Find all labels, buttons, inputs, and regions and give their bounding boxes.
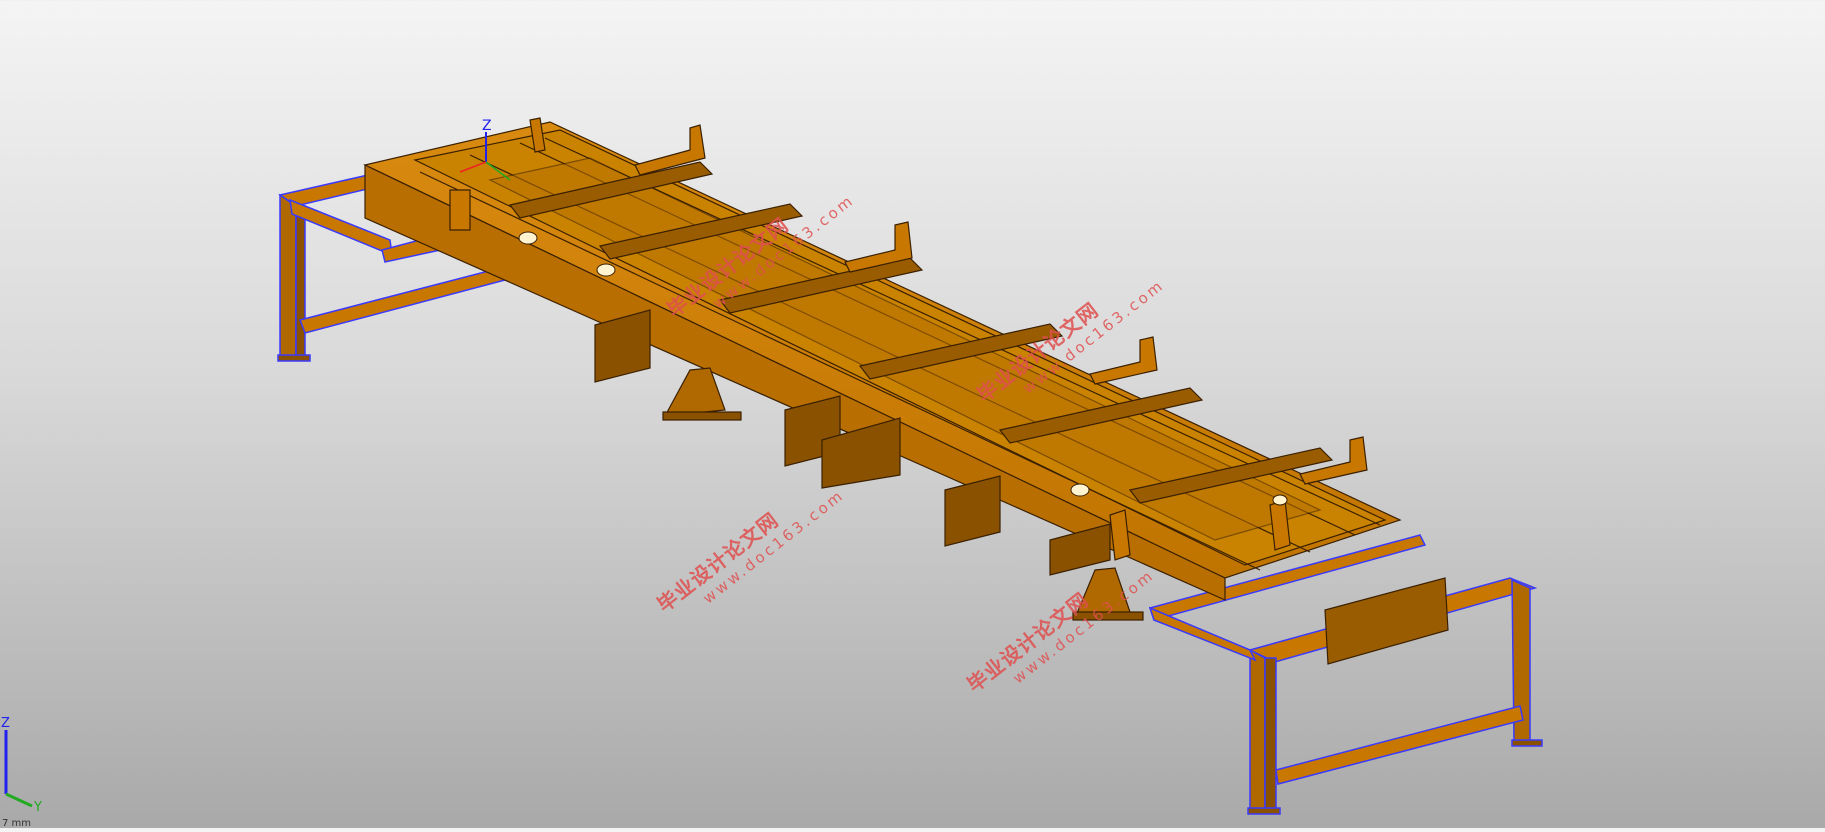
model-z-label: Z	[482, 118, 492, 134]
cad-viewport[interactable]: Z 毕业设计论文网 www.doc163.com 毕业设计论文网 www.doc…	[0, 0, 1825, 829]
view-orientation-triad[interactable]: Z Y	[0, 710, 60, 828]
model-canvas[interactable]: Z	[0, 0, 1825, 828]
main-frame[interactable]	[363, 121, 1402, 601]
scale-unit-label: 7 mm	[2, 818, 32, 829]
corner-y-label: Y	[33, 800, 42, 815]
corner-z-label: Z	[1, 716, 10, 731]
